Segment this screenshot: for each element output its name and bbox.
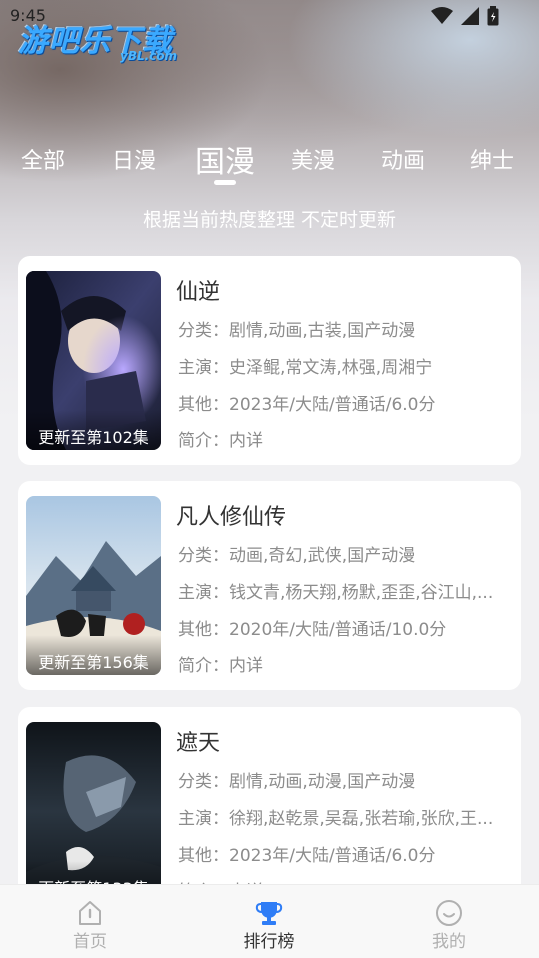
item-title[interactable]: 凡人修仙传 — [176, 499, 286, 531]
logo-subtext: yBL.com — [120, 49, 178, 63]
wifi-icon — [431, 7, 453, 24]
item-cast: 主演：钱文青,杨天翔,杨默,歪歪,谷江山,... — [178, 583, 494, 603]
status-icons — [431, 6, 499, 26]
tab-all[interactable]: 全部 — [21, 143, 65, 175]
app-logo: 游吧乐下载 yBL.com — [18, 16, 188, 68]
item-title[interactable]: 遮天 — [176, 725, 220, 757]
nav-profile[interactable]: 我的 — [389, 885, 509, 958]
episode-badge: 更新至第156集 — [26, 635, 161, 675]
tab-gentleman[interactable]: 绅士 — [470, 143, 514, 175]
item-intro: 简介：内详 — [178, 656, 263, 676]
item-other: 其他：2023年/大陆/普通话/6.0分 — [178, 395, 436, 415]
ranking-subtitle: 根据当前热度整理 不定时更新 — [142, 209, 397, 231]
item-other: 其他：2023年/大陆/普通话/6.0分 — [178, 846, 436, 866]
item-cast: 主演：史泽鲲,常文涛,林强,周湘宁 — [178, 358, 433, 378]
tab-american-anime[interactable]: 美漫 — [291, 143, 335, 175]
category-tabs: 全部 日漫 国漫 美漫 动画 绅士 — [0, 135, 539, 190]
list-item[interactable]: 更新至第156集 凡人修仙传 分类：动画,奇幻,武侠,国产动漫 主演：钱文青,杨… — [18, 481, 521, 690]
nav-ranking[interactable]: 排行榜 — [209, 885, 329, 958]
item-title[interactable]: 仙逆 — [176, 274, 220, 306]
nav-home-label: 首页 — [73, 932, 107, 952]
trophy-icon — [255, 902, 283, 925]
item-category: 分类：剧情,动画,古装,国产动漫 — [178, 321, 416, 341]
nav-profile-label: 我的 — [432, 932, 466, 952]
battery-icon — [487, 6, 499, 26]
poster-image[interactable]: 更新至第102集 — [26, 271, 161, 450]
list-item[interactable]: 更新至第102集 仙逆 分类：剧情,动画,古装,国产动漫 主演：史泽鲲,常文涛,… — [18, 256, 521, 465]
episode-badge: 更新至第102集 — [26, 410, 161, 450]
tab-chinese-anime[interactable]: 国漫 — [195, 137, 255, 181]
poster-image[interactable]: 更新至第156集 — [26, 496, 161, 675]
tab-japanese-anime[interactable]: 日漫 — [112, 143, 156, 175]
item-category: 分类：动画,奇幻,武侠,国产动漫 — [178, 546, 416, 566]
poster-image[interactable]: 更新至第133集 — [26, 722, 161, 901]
bottom-navigation: 首页 排行榜 我的 — [0, 884, 539, 958]
home-icon — [79, 901, 101, 925]
item-cast: 主演：徐翔,赵乾景,吴磊,张若瑜,张欣,王... — [178, 809, 494, 829]
item-category: 分类：剧情,动画,动漫,国产动漫 — [178, 772, 416, 792]
item-intro: 简介：内详 — [178, 431, 263, 451]
tab-animation[interactable]: 动画 — [381, 143, 425, 175]
active-tab-indicator — [214, 180, 236, 185]
smile-icon — [436, 900, 462, 926]
signal-icon — [461, 7, 479, 25]
nav-home[interactable]: 首页 — [30, 885, 150, 958]
nav-ranking-label: 排行榜 — [243, 932, 295, 952]
item-other: 其他：2020年/大陆/普通话/10.0分 — [178, 620, 447, 640]
